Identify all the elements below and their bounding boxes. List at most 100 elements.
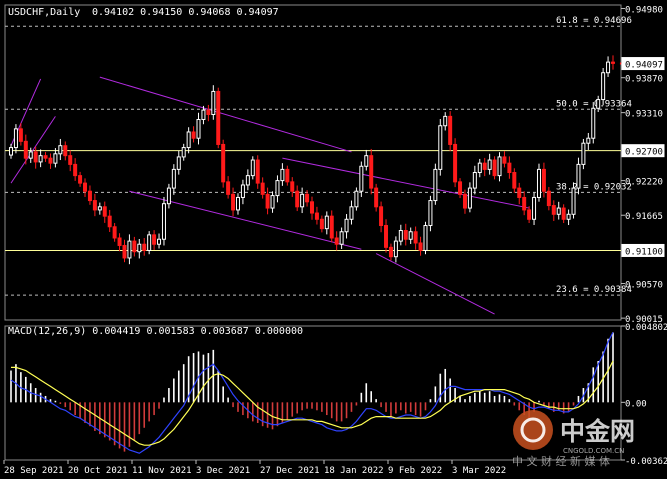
x-tick-label: 18 Jan 2022 bbox=[324, 466, 384, 476]
candle-body bbox=[324, 215, 329, 230]
candle-body bbox=[181, 147, 186, 158]
candle-body bbox=[453, 143, 458, 183]
candle-body bbox=[448, 115, 453, 145]
candle-body bbox=[270, 195, 275, 209]
candle-body bbox=[166, 187, 171, 205]
candle-body bbox=[137, 243, 142, 253]
candle-body bbox=[240, 184, 245, 198]
candle-body bbox=[250, 159, 255, 177]
candle-body bbox=[152, 234, 157, 245]
x-tick-label: 3 Mar 2022 bbox=[452, 466, 506, 476]
price-y-tick-label: 0.93310 bbox=[625, 110, 663, 120]
candle-body bbox=[285, 168, 290, 183]
candle-body bbox=[112, 226, 117, 239]
x-tick-label: 3 Dec 2021 bbox=[196, 466, 250, 476]
candle-body bbox=[546, 190, 551, 207]
candle-body bbox=[443, 115, 448, 127]
price-y-tick-label: 0.90570 bbox=[625, 281, 663, 291]
candle-body bbox=[458, 181, 463, 195]
candle-body bbox=[462, 193, 467, 209]
candle-body bbox=[235, 196, 240, 211]
candle-body bbox=[517, 187, 522, 198]
candle-body bbox=[142, 243, 147, 251]
candle-body bbox=[482, 162, 487, 170]
candle-body bbox=[472, 172, 477, 189]
watermark-en: CNGOLD.COM.CN bbox=[563, 447, 624, 455]
watermark-cn: 中金网 bbox=[560, 417, 635, 446]
candle-body bbox=[576, 163, 581, 189]
candle-body bbox=[561, 207, 566, 220]
candle-body bbox=[211, 90, 216, 116]
candle-body bbox=[186, 131, 191, 149]
candle-body bbox=[541, 168, 546, 192]
candle-body bbox=[53, 153, 58, 164]
candle-body bbox=[9, 147, 13, 156]
candle-body bbox=[161, 203, 166, 240]
candle-body bbox=[349, 206, 354, 220]
candle-body bbox=[43, 155, 48, 159]
watermark-sub: 中 文 财 经 新 媒 体 bbox=[512, 454, 610, 468]
candle-body bbox=[23, 140, 28, 159]
candle-body bbox=[591, 107, 596, 139]
candle-body bbox=[92, 200, 97, 211]
candle-body bbox=[423, 225, 428, 251]
candle-body bbox=[556, 207, 561, 215]
candle-body bbox=[314, 212, 319, 220]
x-tick-label: 27 Dec 2021 bbox=[260, 466, 320, 476]
candle-body bbox=[606, 61, 611, 74]
candle-body bbox=[527, 209, 532, 220]
candle-body bbox=[536, 168, 541, 198]
chart-canvas: 61.8 = 0.94696 50.0 = 0.93364 38.2 = 0.920… bbox=[0, 0, 667, 479]
candle-body bbox=[310, 201, 314, 214]
candle-body bbox=[467, 187, 472, 209]
candle-body bbox=[403, 230, 408, 240]
macd-header-label: MACD(12,26,9) 0.004419 0.001583 0.003687… bbox=[8, 326, 303, 337]
candle-body bbox=[295, 190, 300, 208]
candle-body bbox=[78, 175, 83, 184]
x-tick-label: 20 Oct 2021 bbox=[68, 466, 128, 476]
macd-y-tick-label: 0.004802 bbox=[625, 323, 667, 333]
candle-body bbox=[176, 156, 181, 170]
candle-body bbox=[132, 240, 137, 253]
candle-body bbox=[398, 230, 403, 242]
candle-body bbox=[532, 196, 537, 220]
candle-body bbox=[196, 119, 201, 139]
candle-body bbox=[388, 246, 393, 258]
candle-body bbox=[300, 193, 305, 208]
candle-body bbox=[433, 168, 438, 202]
candle-body bbox=[255, 159, 260, 184]
candle-body bbox=[487, 159, 492, 170]
candle-body bbox=[571, 187, 576, 215]
price-y-tick-label: 0.94980 bbox=[625, 5, 663, 15]
ohlc-label: 0.94102 0.94150 0.94068 0.94097 bbox=[92, 7, 279, 18]
candle-body bbox=[13, 128, 18, 149]
fib-level-label: 50.0 = 0.93364 bbox=[556, 99, 632, 109]
candle-body bbox=[586, 137, 591, 144]
candle-body bbox=[33, 151, 38, 163]
candle-body bbox=[369, 155, 374, 189]
candle-body bbox=[122, 244, 127, 259]
candle-body bbox=[206, 109, 211, 116]
fib-level-label: 38.2 = 0.92032 bbox=[556, 182, 632, 192]
candle-body bbox=[319, 218, 324, 230]
candle-body bbox=[329, 215, 334, 239]
candle-body bbox=[265, 193, 270, 209]
x-tick-label: 9 Feb 2022 bbox=[388, 466, 442, 476]
candle-body bbox=[379, 206, 384, 227]
candle-body bbox=[226, 181, 231, 195]
candle-body bbox=[596, 99, 601, 109]
candle-body bbox=[260, 182, 265, 195]
candle-body bbox=[275, 180, 280, 197]
candle-body bbox=[601, 72, 606, 101]
candle-body bbox=[191, 131, 196, 139]
candle-body bbox=[63, 145, 68, 157]
candle-body bbox=[344, 218, 349, 233]
candle-body bbox=[221, 143, 226, 183]
candle-body bbox=[305, 193, 310, 203]
candle-body bbox=[201, 109, 206, 121]
candle-body bbox=[157, 238, 162, 245]
candle-body bbox=[171, 168, 176, 189]
candle-body bbox=[413, 231, 418, 244]
candle-body bbox=[231, 193, 236, 211]
candle-body bbox=[507, 162, 512, 174]
